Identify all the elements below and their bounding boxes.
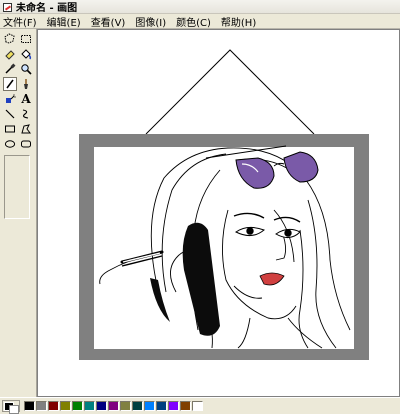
menu-bar: 文件(F) 编辑(E) 查看(V) 图像(I) 颜色(C) 帮助(H) (0, 14, 400, 29)
curve-tool-icon[interactable] (19, 107, 33, 121)
rect-select-icon[interactable] (19, 32, 33, 46)
menu-help[interactable]: 帮助(H) (216, 14, 261, 29)
palette-swatch[interactable] (60, 401, 71, 411)
palette-swatch[interactable] (192, 401, 203, 411)
palette-swatch[interactable] (108, 401, 119, 411)
fill-bucket-icon[interactable] (19, 47, 33, 61)
toolbox: A (0, 29, 37, 397)
eraser-icon[interactable] (3, 47, 17, 61)
menu-file[interactable]: 文件(F) (2, 14, 42, 29)
paint-app-icon (2, 2, 12, 12)
palette-swatch[interactable] (48, 401, 59, 411)
rectangle-tool-icon[interactable] (3, 122, 17, 136)
eyedropper-icon[interactable] (3, 62, 17, 76)
color-palette (0, 397, 400, 414)
drawing-canvas[interactable] (38, 30, 399, 396)
polygon-tool-icon[interactable] (19, 122, 33, 136)
palette-swatch[interactable] (36, 401, 47, 411)
palette-swatch[interactable] (24, 401, 35, 411)
menu-image[interactable]: 图像(I) (130, 14, 171, 29)
palette-swatch[interactable] (132, 401, 143, 411)
palette-swatch[interactable] (84, 401, 95, 411)
menu-view[interactable]: 查看(V) (86, 14, 131, 29)
magnifier-icon[interactable] (19, 62, 33, 76)
rounded-rect-tool-icon[interactable] (19, 137, 33, 151)
window-title: 未命名 - 画图 (16, 3, 78, 14)
pencil-icon[interactable] (3, 77, 17, 91)
line-tool-icon[interactable] (3, 107, 17, 121)
brush-icon[interactable] (19, 77, 33, 91)
tool-options-box[interactable] (4, 155, 30, 219)
palette-swatch[interactable] (72, 401, 83, 411)
menu-edit[interactable]: 编辑(E) (42, 14, 86, 29)
ellipse-tool-icon[interactable] (3, 137, 17, 151)
menu-colors[interactable]: 颜色(C) (171, 14, 216, 29)
palette-swatch[interactable] (96, 401, 107, 411)
text-tool-icon[interactable]: A (19, 92, 33, 106)
palette-swatch[interactable] (168, 401, 179, 411)
palette-swatch[interactable] (120, 401, 131, 411)
canvas-workspace (37, 29, 400, 397)
title-bar: 未命名 - 画图 (0, 0, 400, 14)
current-colors[interactable] (2, 400, 20, 414)
free-form-select-icon[interactable] (3, 32, 17, 46)
drawing-artwork (79, 49, 369, 360)
palette-swatch[interactable] (156, 401, 167, 411)
palette-swatch[interactable] (180, 401, 191, 411)
palette-swatch[interactable] (144, 401, 155, 411)
airbrush-icon[interactable] (3, 92, 17, 106)
